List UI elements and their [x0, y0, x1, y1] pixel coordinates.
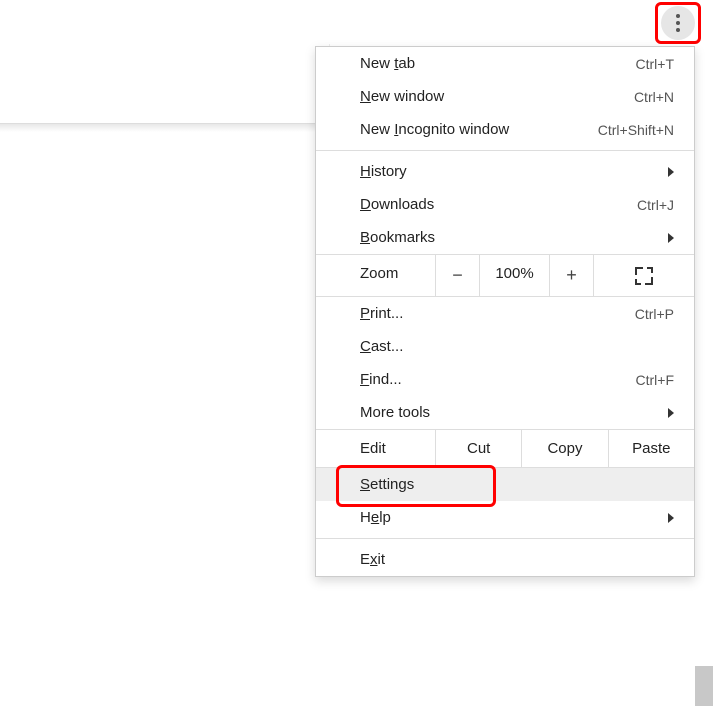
- menu-item-label: Exit: [360, 551, 385, 568]
- menu-item-print[interactable]: Print... Ctrl+P: [316, 297, 694, 330]
- menu-item-label: Cast...: [360, 338, 403, 355]
- edit-label: Edit: [316, 430, 436, 467]
- zoom-label: Zoom: [316, 255, 436, 296]
- menu-item-label: New window: [360, 88, 444, 105]
- menu-button-wrap: [661, 6, 695, 40]
- menu-zoom-row: Zoom − 100% +: [316, 254, 694, 297]
- menu-item-new-incognito-window[interactable]: New Incognito window Ctrl+Shift+N: [316, 113, 694, 146]
- menu-item-label: Settings: [360, 476, 414, 493]
- menu-item-shortcut: Ctrl+J: [637, 197, 674, 213]
- fullscreen-icon: [636, 268, 652, 284]
- menu-item-shortcut: Ctrl+T: [636, 56, 675, 72]
- chrome-main-menu: New tab Ctrl+T New window Ctrl+N New Inc…: [315, 46, 695, 577]
- menu-item-label: Help: [360, 509, 391, 526]
- menu-item-new-window[interactable]: New window Ctrl+N: [316, 80, 694, 113]
- menu-edit-row: Edit Cut Copy Paste: [316, 429, 694, 468]
- submenu-arrow-icon: [668, 167, 674, 177]
- menu-separator: [316, 538, 694, 539]
- zoom-out-button[interactable]: −: [436, 255, 480, 296]
- menu-item-label: Print...: [360, 305, 403, 322]
- menu-item-label: Find...: [360, 371, 402, 388]
- page-background-panel: [0, 44, 330, 124]
- submenu-arrow-icon: [668, 513, 674, 523]
- kebab-dot-icon: [676, 14, 680, 18]
- menu-item-new-tab[interactable]: New tab Ctrl+T: [316, 47, 694, 80]
- submenu-arrow-icon: [668, 408, 674, 418]
- more-options-button[interactable]: [661, 6, 695, 40]
- kebab-dot-icon: [676, 21, 680, 25]
- submenu-arrow-icon: [668, 233, 674, 243]
- menu-item-more-tools[interactable]: More tools: [316, 396, 694, 429]
- menu-item-history[interactable]: History: [316, 155, 694, 188]
- menu-item-help[interactable]: Help: [316, 501, 694, 534]
- menu-item-label: More tools: [360, 404, 430, 421]
- fullscreen-button[interactable]: [594, 255, 694, 296]
- menu-item-label: New tab: [360, 55, 415, 72]
- menu-item-shortcut: Ctrl+N: [634, 89, 674, 105]
- menu-item-label: New Incognito window: [360, 121, 509, 138]
- page-background-shadow: [0, 124, 330, 132]
- edit-cut-button[interactable]: Cut: [436, 430, 522, 467]
- menu-item-shortcut: Ctrl+Shift+N: [598, 122, 674, 138]
- zoom-value: 100%: [480, 255, 550, 296]
- edit-paste-button[interactable]: Paste: [609, 430, 694, 467]
- menu-item-exit[interactable]: Exit: [316, 543, 694, 576]
- zoom-in-button[interactable]: +: [550, 255, 594, 296]
- menu-item-shortcut: Ctrl+P: [635, 306, 674, 322]
- menu-separator: [316, 150, 694, 151]
- menu-item-shortcut: Ctrl+F: [636, 372, 675, 388]
- menu-item-downloads[interactable]: Downloads Ctrl+J: [316, 188, 694, 221]
- kebab-dot-icon: [676, 28, 680, 32]
- menu-item-bookmarks[interactable]: Bookmarks: [316, 221, 694, 254]
- menu-item-label: Bookmarks: [360, 229, 435, 246]
- vertical-scrollbar[interactable]: [695, 666, 713, 706]
- menu-item-cast[interactable]: Cast...: [316, 330, 694, 363]
- menu-item-settings[interactable]: Settings: [316, 468, 694, 501]
- menu-item-label: Downloads: [360, 196, 434, 213]
- edit-copy-button[interactable]: Copy: [522, 430, 608, 467]
- menu-item-label: History: [360, 163, 407, 180]
- menu-item-find[interactable]: Find... Ctrl+F: [316, 363, 694, 396]
